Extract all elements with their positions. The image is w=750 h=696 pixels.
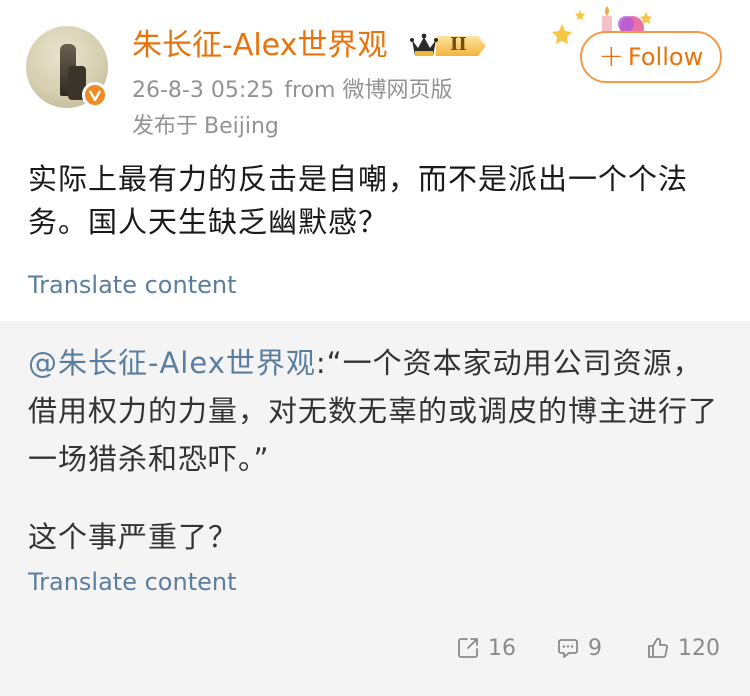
username[interactable]: 朱长征-Alex世界观 [132, 26, 387, 66]
timestamp: 26-8-3 05:25 [132, 78, 275, 103]
location-prefix: 发布于 [132, 114, 199, 139]
comment-icon [558, 639, 578, 658]
repost-button[interactable]: 16 [456, 631, 516, 665]
vip-level-badge[interactable]: II [410, 32, 488, 60]
retweet-translate-content-link[interactable]: Translate content [28, 567, 237, 597]
badge-level-text: II [450, 34, 467, 55]
weibo-post: 朱长征-Alex世界观 II 26-8-3 05:25 from 微博网页版 发布… [0, 0, 750, 696]
plus-icon: + [598, 39, 624, 74]
repost-icon [458, 638, 478, 658]
post-source: from 微博网页版 [284, 78, 453, 103]
location-city: Beijing [204, 114, 279, 139]
post-meta: 26-8-3 05:25 from 微博网页版 [132, 76, 452, 106]
post-location: 发布于 Beijing [132, 112, 279, 142]
comment-button[interactable]: 9 [556, 631, 602, 665]
retweet-mention-link[interactable]: @朱长征-Alex世界观 [28, 346, 316, 380]
retweet-text-line2: 这个事严重了？ [28, 520, 239, 554]
like-count: 120 [678, 635, 720, 661]
follow-button[interactable]: + Follow [580, 31, 722, 83]
follow-label: Follow [627, 43, 704, 71]
thumbs-up-icon [648, 637, 668, 658]
post-text: 实际上最有力的反击是自嘲，而不是派出一个个法务。国人天生缺乏幽默感？ [28, 162, 689, 239]
translate-content-link[interactable]: Translate content [28, 270, 237, 300]
repost-count: 16 [488, 635, 516, 661]
retweet-text: @朱长征-Alex世界观:“一个资本家动用公司资源，借用权力的力量，对无数无辜的… [28, 339, 722, 483]
comment-count: 9 [588, 635, 602, 661]
like-button[interactable]: 120 [646, 631, 720, 665]
retweet-block[interactable]: @朱长征-Alex世界观:“一个资本家动用公司资源，借用权力的力量，对无数无辜的… [0, 321, 750, 696]
verified-badge-icon [82, 82, 108, 108]
